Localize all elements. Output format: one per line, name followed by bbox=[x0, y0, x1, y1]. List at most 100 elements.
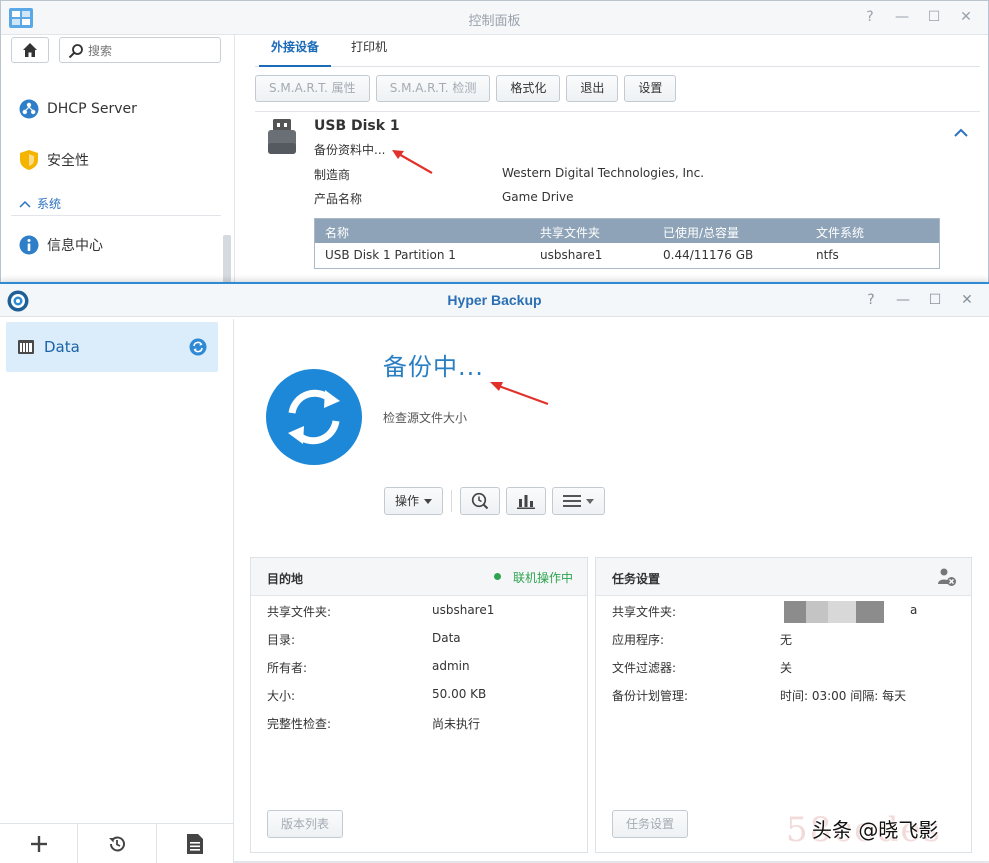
column-header[interactable]: 已使用/总容量 bbox=[663, 224, 739, 241]
disk-name: USB Disk 1 bbox=[314, 118, 400, 134]
control-panel-title: 控制面板 bbox=[468, 14, 521, 29]
annotation-arrow bbox=[490, 382, 549, 406]
dest-row-value: admin bbox=[432, 659, 470, 673]
home-icon bbox=[23, 43, 37, 57]
version-list-button[interactable]: 版本列表 bbox=[267, 810, 344, 838]
partition-table-header: 名称 共享文件夹 已使用/总容量 文件系统 bbox=[315, 219, 939, 243]
search-input[interactable] bbox=[88, 42, 216, 60]
clock-search-icon bbox=[471, 492, 489, 510]
dest-row-value: 尚未执行 bbox=[432, 717, 481, 731]
task-row-label: 备份计划管理: bbox=[612, 689, 689, 703]
dhcp-icon bbox=[19, 99, 39, 119]
partition-table: 名称 共享文件夹 已使用/总容量 文件系统 USB Disk 1 Partiti… bbox=[314, 218, 940, 269]
device-tabs: 外接设备 打印机 bbox=[255, 35, 980, 67]
tab-external-devices[interactable]: 外接设备 bbox=[259, 35, 332, 67]
maximize-icon[interactable]: ☐ bbox=[927, 292, 943, 308]
home-button[interactable] bbox=[11, 37, 49, 63]
task-row-label: 文件过滤器: bbox=[612, 661, 677, 675]
restore-button[interactable] bbox=[78, 824, 157, 863]
task-list-toolbar bbox=[0, 823, 234, 863]
table-cell: 0.44/11176 GB bbox=[663, 248, 754, 262]
task-row-value: 关 bbox=[780, 661, 793, 675]
maximize-icon[interactable]: ☐ bbox=[926, 9, 942, 25]
document-icon bbox=[187, 833, 204, 854]
column-header[interactable]: 共享文件夹 bbox=[540, 224, 600, 241]
add-task-button[interactable] bbox=[0, 824, 79, 863]
sidebar-item-label: 安全性 bbox=[47, 153, 89, 169]
backup-actions: 操作 bbox=[384, 487, 606, 515]
shield-icon bbox=[20, 150, 38, 170]
usb-drive-icon bbox=[268, 119, 296, 154]
manufacturer-label: 制造商 bbox=[314, 168, 351, 182]
table-cell: usbshare1 bbox=[540, 248, 603, 262]
help-icon[interactable]: ? bbox=[863, 292, 879, 308]
hyper-backup-title: Hyper Backup bbox=[447, 292, 542, 308]
smart-attributes-button[interactable]: S.M.A.R.T. 属性 bbox=[255, 75, 370, 102]
online-status-dot bbox=[494, 573, 501, 580]
task-row-label: 应用程序: bbox=[612, 633, 665, 647]
dest-row-label: 共享文件夹: bbox=[267, 605, 332, 619]
sidebar-divider bbox=[11, 215, 221, 216]
user-settings-icon[interactable] bbox=[937, 567, 957, 587]
statistics-button[interactable] bbox=[506, 487, 547, 515]
table-row[interactable]: USB Disk 1 Partition 1 usbshare1 0.44/11… bbox=[315, 243, 939, 268]
task-row-value: a bbox=[910, 603, 918, 617]
history-icon bbox=[108, 836, 125, 851]
sidebar-item-label: 信息中心 bbox=[47, 238, 103, 254]
caret-down-icon bbox=[586, 498, 595, 504]
chevron-up-icon bbox=[19, 200, 31, 208]
log-button[interactable] bbox=[157, 824, 234, 863]
column-header[interactable]: 文件系统 bbox=[816, 224, 864, 241]
more-menu-button[interactable] bbox=[552, 487, 606, 515]
minimize-icon[interactable]: — bbox=[894, 9, 910, 25]
annotation-arrow bbox=[392, 150, 433, 174]
chevron-up-icon[interactable] bbox=[953, 128, 969, 138]
list-icon bbox=[563, 495, 582, 507]
task-settings-button[interactable]: 任务设置 bbox=[612, 810, 689, 838]
action-menu-button[interactable]: 操作 bbox=[384, 487, 444, 515]
task-row-value: 无 bbox=[780, 633, 793, 647]
sidebar-item-info-center[interactable]: 信息中心 bbox=[19, 235, 103, 255]
hyper-backup-titlebar[interactable]: Hyper Backup ? — ☐ ✕ bbox=[0, 284, 989, 317]
device-toolbar: S.M.A.R.T. 属性 S.M.A.R.T. 检测 格式化 退出 设置 bbox=[255, 75, 677, 102]
redacted-block bbox=[784, 601, 884, 623]
backup-explorer-button[interactable] bbox=[460, 487, 501, 515]
eject-button[interactable]: 退出 bbox=[566, 75, 619, 102]
format-button[interactable]: 格式化 bbox=[496, 75, 561, 102]
table-cell: ntfs bbox=[816, 248, 839, 262]
task-row-label: 共享文件夹: bbox=[612, 605, 677, 619]
backup-status-subtitle: 检查源文件大小 bbox=[383, 411, 468, 425]
settings-button[interactable]: 设置 bbox=[624, 75, 677, 102]
smart-test-button[interactable]: S.M.A.R.T. 检测 bbox=[375, 75, 491, 102]
control-panel-window: 控制面板 ? — ☐ ✕ 搜索 DHCP Server 安全性 系统 信息中心 … bbox=[0, 0, 989, 291]
sidebar-item-security[interactable]: 安全性 bbox=[19, 149, 89, 171]
sidebar-item-dhcp[interactable]: DHCP Server bbox=[19, 99, 137, 119]
database-icon bbox=[18, 340, 34, 354]
minimize-icon[interactable]: — bbox=[895, 292, 911, 308]
plus-icon bbox=[30, 835, 47, 852]
close-icon[interactable]: ✕ bbox=[959, 292, 975, 308]
help-icon[interactable]: ? bbox=[862, 9, 878, 25]
dest-row-value: usbshare1 bbox=[432, 603, 495, 617]
backup-status-title: 备份中... bbox=[383, 353, 484, 381]
destination-panel: 目的地 联机操作中 共享文件夹: usbshare1 目录: Data 所有者:… bbox=[250, 557, 588, 853]
task-settings-panel: 任务设置 共享文件夹: a 应用程序: 无 文件过滤器: 关 备份计划管理: 时… bbox=[595, 557, 972, 853]
destination-title: 目的地 bbox=[267, 572, 304, 586]
product-value: Game Drive bbox=[502, 190, 574, 204]
manufacturer-value: Western Digital Technologies, Inc. bbox=[502, 166, 705, 180]
tab-printers[interactable]: 打印机 bbox=[339, 35, 399, 67]
column-header[interactable]: 名称 bbox=[325, 224, 349, 241]
sidebar-item-label: DHCP Server bbox=[47, 101, 137, 117]
close-icon[interactable]: ✕ bbox=[958, 9, 974, 25]
search-icon bbox=[68, 44, 83, 59]
task-item-label: Data bbox=[44, 338, 80, 356]
task-item-data[interactable]: Data bbox=[6, 322, 218, 372]
dest-row-label: 目录: bbox=[267, 633, 296, 647]
control-panel-sidebar: DHCP Server 安全性 系统 信息中心 bbox=[1, 35, 235, 291]
dest-row-label: 所有者: bbox=[267, 661, 308, 675]
search-field[interactable] bbox=[59, 37, 221, 63]
sidebar-section-system[interactable]: 系统 bbox=[19, 195, 61, 212]
info-icon bbox=[19, 235, 39, 255]
online-status-text: 联机操作中 bbox=[513, 571, 574, 585]
control-panel-titlebar[interactable]: 控制面板 ? — ☐ ✕ bbox=[1, 1, 988, 35]
